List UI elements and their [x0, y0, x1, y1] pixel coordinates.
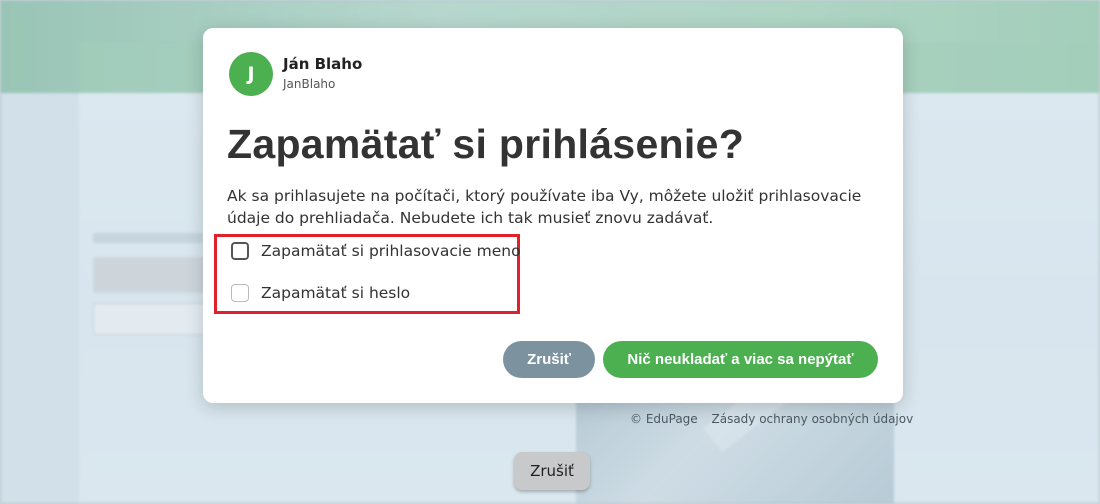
- dialog-title: Zapamätať si prihlásenie?: [227, 121, 745, 167]
- page-footer: © EduPage Zásady ochrany osobných údajov: [630, 412, 923, 426]
- remember-username-label: Zapamätať si prihlasovacie meno: [261, 242, 521, 260]
- copyright-text: © EduPage: [630, 412, 698, 426]
- avatar: J: [229, 52, 273, 96]
- checkbox[interactable]: [231, 284, 249, 302]
- remember-login-dialog: J Ján Blaho JanBlaho Zapamätať si prihlá…: [203, 28, 903, 403]
- privacy-link[interactable]: Zásady ochrany osobných údajov: [712, 412, 914, 426]
- never-save-button[interactable]: Nič neukladať a viac sa nepýtať: [603, 341, 878, 378]
- cancel-button[interactable]: Zrušiť: [503, 341, 595, 378]
- user-login: JanBlaho: [283, 77, 336, 91]
- dialog-description: Ak sa prihlasujete na počítači, ktorý po…: [227, 187, 862, 227]
- checkbox[interactable]: [231, 242, 249, 260]
- remember-password-label: Zapamätať si heslo: [261, 284, 411, 302]
- background-cancel-button[interactable]: Zrušiť: [514, 452, 590, 490]
- remember-password-option[interactable]: Zapamätať si heslo: [231, 284, 410, 302]
- remember-username-option[interactable]: Zapamätať si prihlasovacie meno: [231, 242, 521, 260]
- user-name: Ján Blaho: [283, 55, 363, 73]
